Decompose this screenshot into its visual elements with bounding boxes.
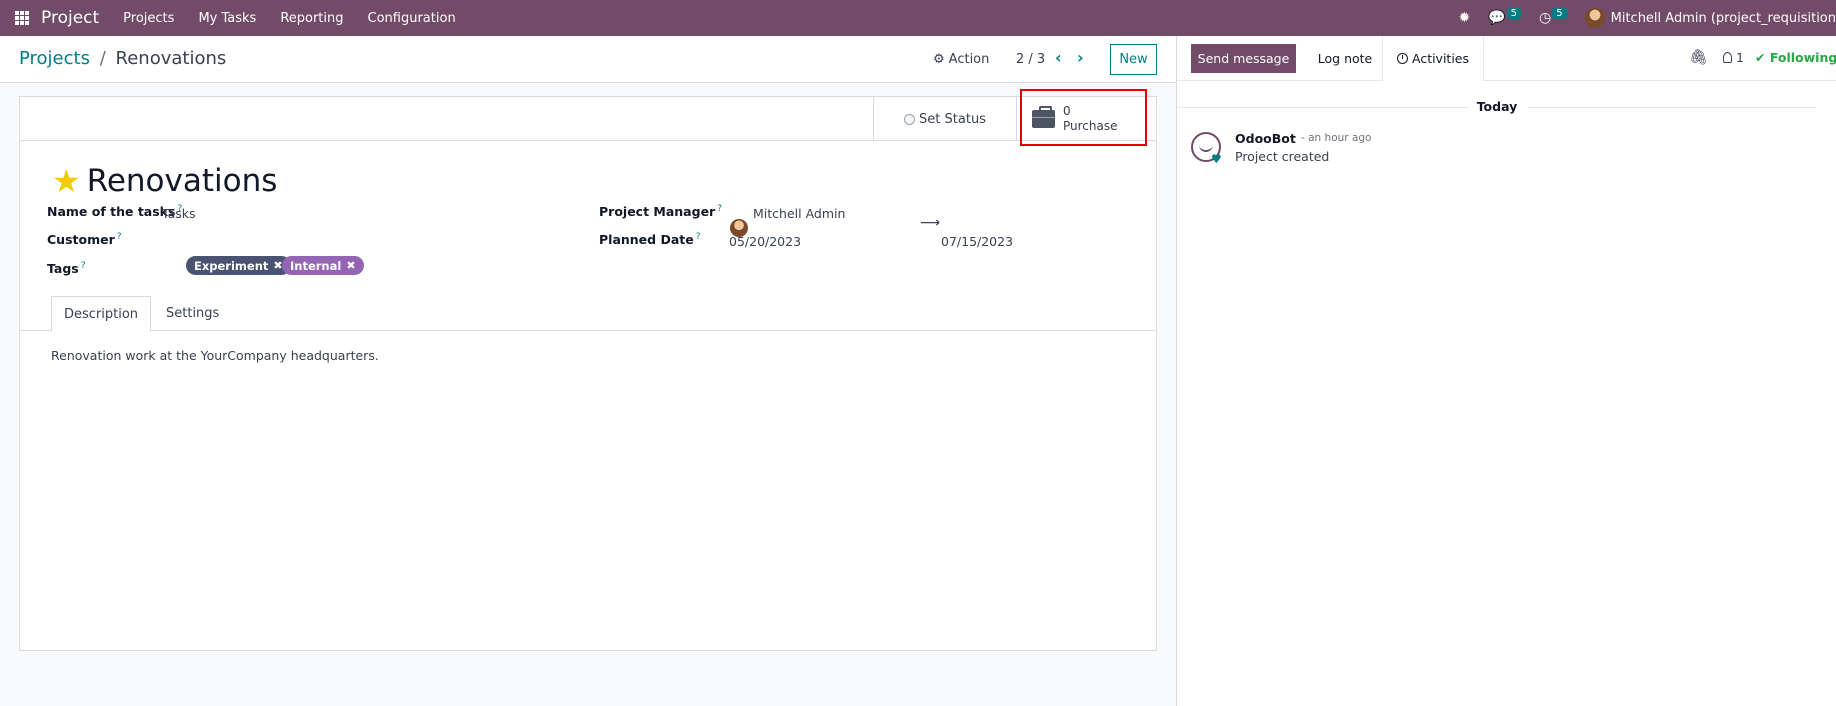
date-separator: Today (1177, 99, 1836, 114)
messages-icon[interactable]: 💬 5 (1488, 7, 1522, 26)
followers-count: 1 (1736, 50, 1744, 65)
menu-reporting[interactable]: Reporting (280, 11, 343, 26)
menu-projects[interactable]: Projects (123, 11, 174, 26)
tag-experiment[interactable]: Experiment ✖ (186, 256, 291, 275)
star-icon[interactable]: ★ (52, 165, 81, 197)
activities-icon[interactable]: ◷ 5 (1539, 7, 1567, 26)
status-radio-icon (904, 113, 916, 125)
date-separator-label: Today (1466, 99, 1528, 114)
log-note-button[interactable]: Log note (1301, 44, 1389, 73)
heart-icon: ♥ (1211, 152, 1222, 166)
tag-internal[interactable]: Internal ✖ (282, 256, 364, 275)
breadcrumb-projects[interactable]: Projects (19, 48, 90, 69)
message-author[interactable]: OdooBot (1235, 131, 1296, 146)
button-box: Set Status 0 Purchase (20, 97, 1156, 141)
title-row: ★ Renovations (52, 163, 277, 199)
customer-field[interactable] (162, 234, 462, 250)
tags-label: Tags? (47, 261, 86, 277)
tab-description[interactable]: Description (51, 296, 152, 332)
user-menu[interactable]: Mitchell Admin (project_requisition (1611, 11, 1836, 26)
message-time: - an hour ago (1301, 132, 1372, 144)
tag-label: Internal (290, 258, 342, 273)
new-button[interactable]: New (1110, 44, 1157, 75)
tasks-field[interactable]: Tasks (162, 206, 196, 221)
chevron-left-icon[interactable]: ‹ (1055, 48, 1062, 67)
activities-label: Activities (1411, 51, 1470, 66)
navbar-systray: ✹ 💬 5 ◷ 5 Mitchell Admin (project_requis… (1458, 0, 1836, 36)
description-text[interactable]: Renovation work at the YourCompany headq… (51, 348, 379, 363)
clock-icon (1396, 53, 1408, 64)
chevron-right-icon[interactable]: › (1077, 48, 1084, 67)
help-icon: ? (695, 232, 701, 242)
planned-date-label: Planned Date? (599, 232, 701, 248)
clock-icon: ◷ (1539, 10, 1552, 26)
check-icon: ✔ (1755, 50, 1766, 65)
person-icon (1723, 52, 1732, 63)
highlight-box (1020, 89, 1147, 146)
menu-configuration[interactable]: Configuration (368, 11, 456, 26)
send-message-button[interactable]: Send message (1191, 44, 1296, 73)
app-brand[interactable]: Project (41, 8, 99, 28)
message-body: Project created (1235, 149, 1330, 164)
followers-button[interactable]: 1 (1723, 50, 1744, 65)
chatter-topbar: Send message Log note Activities 🖇 1 ✔ F… (1177, 36, 1836, 81)
tag-label: Experiment (194, 258, 269, 273)
set-status-button[interactable]: Set Status (873, 97, 1016, 141)
paperclip-icon[interactable]: 🖇 (1689, 48, 1708, 66)
planned-date-start[interactable]: 05/20/2023 (729, 234, 801, 249)
chatter: Send message Log note Activities 🖇 1 ✔ F… (1176, 36, 1836, 706)
arrow-right-icon: ⟶ (920, 215, 941, 231)
customer-label: Customer? (47, 232, 122, 248)
form-view: Set Status 0 Purchase ★ Renovations Name… (0, 83, 1176, 706)
project-manager-field[interactable]: Mitchell Admin (753, 206, 845, 221)
action-label: Action (948, 52, 990, 67)
apps-grid-icon[interactable] (15, 11, 29, 25)
breadcrumb: Projects / Renovations (19, 48, 226, 69)
action-button[interactable]: ⚙ Action (933, 52, 989, 67)
breadcrumb-current: Renovations (115, 48, 227, 69)
control-panel: Projects / Renovations ⚙ Action 2 / 3 ‹ … (0, 36, 1176, 83)
help-icon: ? (116, 232, 122, 242)
chat-bubble-icon: 💬 (1488, 10, 1506, 26)
breadcrumb-separator: / (99, 48, 106, 69)
messages-badge: 5 (1506, 7, 1522, 19)
pager-value[interactable]: 2 / 3 (1016, 52, 1045, 67)
activities-button[interactable]: Activities (1382, 36, 1484, 81)
planned-date-end[interactable]: 07/15/2023 (941, 234, 1013, 249)
bug-icon[interactable]: ✹ (1458, 10, 1470, 26)
project-manager-label: Project Manager? (599, 204, 722, 220)
gear-icon: ⚙ (933, 52, 945, 67)
activities-badge: 5 (1552, 7, 1567, 19)
top-navbar: Project Projects My Tasks Reporting Conf… (0, 0, 1836, 36)
remove-tag-icon[interactable]: ✖ (346, 259, 355, 272)
help-icon: ? (717, 204, 722, 214)
set-status-label: Set Status (919, 111, 986, 127)
help-icon: ? (80, 261, 86, 271)
menu-my-tasks[interactable]: My Tasks (198, 11, 256, 26)
notebook-tabs: Description Settings (19, 296, 1155, 332)
user-avatar[interactable] (1584, 8, 1605, 28)
following-label: Following (1769, 50, 1836, 65)
form-sheet: Set Status 0 Purchase ★ Renovations Name… (19, 96, 1157, 651)
following-button[interactable]: ✔ Following (1755, 50, 1836, 65)
tab-settings[interactable]: Settings (154, 296, 231, 331)
record-title[interactable]: Renovations (87, 163, 278, 199)
